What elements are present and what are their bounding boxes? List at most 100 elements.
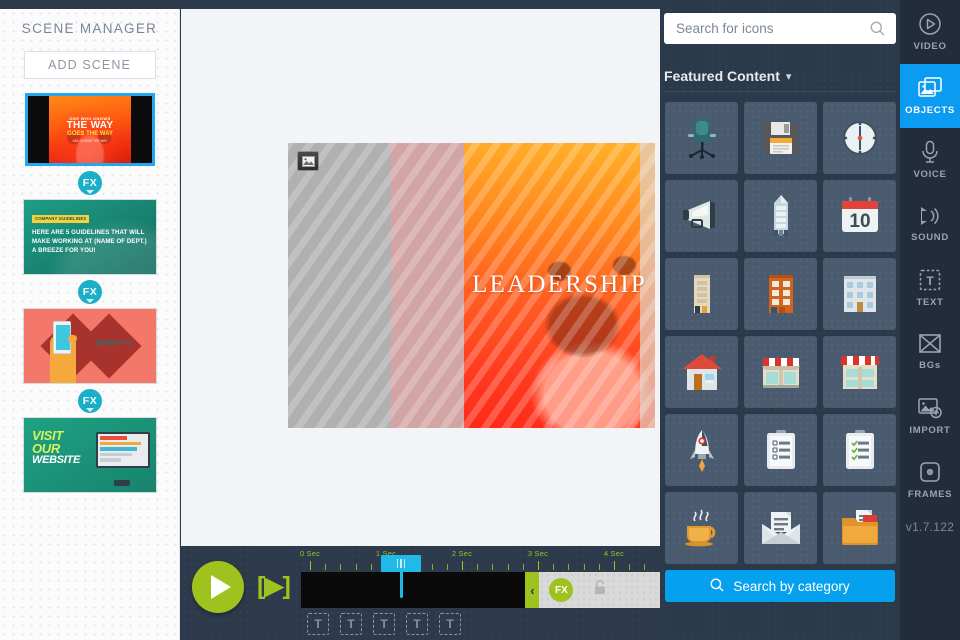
scene-thumbnail-2[interactable]: COMPANY GUIDELINES HERE ARE 5 GUIDELINES… [23, 199, 157, 275]
ruler-tick [598, 564, 600, 570]
scene4-line3: WEBSITE [32, 454, 81, 467]
text-marker[interactable]: T [340, 613, 362, 635]
clock-icon [839, 117, 881, 159]
icon-cell-open-envelope-icon[interactable] [744, 492, 817, 564]
ruler-tick [310, 561, 311, 570]
scene-item-1[interactable]: ONE WHO KNOWS THE WAY GOES THE WAY AND S… [0, 93, 179, 195]
lock-icon[interactable] [593, 580, 606, 601]
search-icon[interactable] [870, 21, 885, 41]
scene-item-2[interactable]: COMPANY GUIDELINES HERE ARE 5 GUIDELINES… [0, 199, 179, 304]
rail-item-voice[interactable]: VOICE [900, 128, 960, 192]
icon-cell-apartment-orange-icon[interactable] [744, 258, 817, 330]
text-marker[interactable]: T [307, 613, 329, 635]
icon-grid: 10 [665, 102, 896, 564]
ruler-tick [644, 564, 646, 570]
text-marker[interactable]: T [373, 613, 395, 635]
search-by-category-button[interactable]: Search by category [665, 570, 895, 602]
featured-content-label: Featured Content [664, 68, 780, 84]
icon-cell-clipboard-checklist-icon[interactable] [823, 414, 896, 486]
canvas-preview[interactable]: LEADERSHIP [288, 143, 655, 428]
timeline-panel: [▶] 0 Sec 1 Sec 2 Sec 3 Sec 4 Sec ‹ FX TTTTT [181, 546, 660, 640]
ruler-tick [325, 564, 327, 570]
icon-cell-shop-awning-icon[interactable] [823, 336, 896, 408]
image-icon[interactable] [297, 151, 319, 171]
icon-cell-floppy-disk-icon[interactable] [744, 102, 817, 174]
scene-fx-badge-3[interactable]: FX [78, 389, 102, 413]
rail-item-objects[interactable]: OBJECTS [900, 64, 960, 128]
scene-fx-badge-2[interactable]: FX [78, 280, 102, 304]
chevron-down-icon[interactable]: ▾ [786, 70, 792, 83]
rail-item-text[interactable]: T TEXT [900, 256, 960, 320]
rail-item-frames[interactable]: FRAMES [900, 448, 960, 512]
timeline-text-markers: TTTTT [301, 608, 660, 640]
play-button[interactable] [192, 561, 244, 613]
scene-thumbnail-4[interactable]: VISIT OUR WEBSITE [23, 417, 157, 493]
rail-item-label: VIDEO [913, 41, 947, 52]
ruler-tick [340, 564, 342, 570]
megaphone-icon [680, 198, 724, 234]
scene-manager-panel: SCENE MANAGER ADD SCENE ONE WHO KNOWS TH… [0, 9, 180, 640]
icon-cell-office-chair-icon[interactable] [665, 102, 738, 174]
ruler-tick [538, 561, 539, 570]
canvas-headline: LEADERSHIP [472, 271, 647, 299]
rocket-icon [687, 428, 717, 472]
canvas-stage: LEADERSHIP [181, 9, 660, 546]
ruler-label: 0 Sec [299, 549, 321, 558]
scene-list: ONE WHO KNOWS THE WAY GOES THE WAY AND S… [0, 93, 179, 493]
timeline-fx-button[interactable]: FX [549, 578, 574, 602]
icon-cell-clock-icon[interactable] [823, 102, 896, 174]
icon-cell-megaphone-icon[interactable] [665, 180, 738, 252]
ruler-label: 2 Sec [451, 549, 473, 558]
scene-item-4[interactable]: VISIT OUR WEBSITE [0, 417, 179, 493]
rail-item-sound[interactable]: SOUND [900, 192, 960, 256]
icon-cell-apartment-beige-icon[interactable] [665, 258, 738, 330]
ruler-tick [492, 564, 494, 570]
scene4-monitor [96, 432, 150, 468]
icon-cell-file-folder-icon[interactable] [823, 492, 896, 564]
apartment-beige-icon [691, 272, 713, 316]
ruler-tick [507, 564, 509, 570]
open-envelope-icon [760, 510, 802, 546]
ruler-label: 4 Sec [603, 549, 625, 558]
icon-cell-office-building-icon[interactable] [823, 258, 896, 330]
apartment-orange-icon [766, 272, 796, 316]
clipboard-checklist-icon [843, 429, 877, 471]
timeline-clip-inactive[interactable]: FX [539, 572, 660, 608]
icon-cell-clipboard-list-icon[interactable] [744, 414, 817, 486]
icon-cell-rocket-icon[interactable] [665, 414, 738, 486]
step-forward-button[interactable]: [▶] [257, 574, 291, 599]
skyscraper-icon [769, 194, 793, 238]
add-scene-button[interactable]: ADD SCENE [23, 51, 156, 79]
icon-cell-skyscraper-icon[interactable] [744, 180, 817, 252]
text-box-icon: T [918, 268, 942, 292]
svg-text:T: T [926, 274, 934, 288]
icon-cell-house-icon[interactable] [665, 336, 738, 408]
ruler-tick [431, 564, 433, 570]
scene-thumbnail-3[interactable]: BENEFIT 2 [23, 308, 157, 384]
text-marker[interactable]: T [439, 613, 461, 635]
calendar-icon: 10 [839, 196, 881, 236]
rail-item-video[interactable]: VIDEO [900, 0, 960, 64]
icon-cell-storefront-icon[interactable] [744, 336, 817, 408]
icon-cell-coffee-cup-icon[interactable] [665, 492, 738, 564]
rail-item-label: OBJECTS [905, 105, 955, 116]
timeline-track[interactable]: ‹ FX [301, 572, 660, 608]
scene-item-3[interactable]: BENEFIT 2 FX [0, 308, 179, 413]
icon-cell-calendar-icon[interactable]: 10 [823, 180, 896, 252]
office-building-icon [842, 274, 878, 314]
rail-item-import[interactable]: IMPORT [900, 384, 960, 448]
search-input[interactable] [664, 13, 896, 44]
scene-fx-badge-1[interactable]: FX [78, 171, 102, 195]
timeline-ruler[interactable]: 0 Sec 1 Sec 2 Sec 3 Sec 4 Sec [299, 546, 660, 572]
rail-item-bgs[interactable]: BGs [900, 320, 960, 384]
scene-thumbnail-1[interactable]: ONE WHO KNOWS THE WAY GOES THE WAY AND S… [25, 93, 155, 166]
scene3-label: BENEFIT 2 [95, 340, 133, 347]
text-marker[interactable]: T [406, 613, 428, 635]
timeline-playhead[interactable] [381, 555, 422, 598]
floppy-disk-icon [760, 117, 802, 159]
rail-item-label: FRAMES [907, 489, 953, 500]
rail-item-label: SOUND [911, 232, 949, 243]
icon-library-panel: Featured Content ▾ 10 Search by category [660, 0, 900, 640]
featured-content-header[interactable]: Featured Content ▾ [664, 68, 896, 92]
timeline-trim-handle[interactable]: ‹ [525, 572, 540, 608]
